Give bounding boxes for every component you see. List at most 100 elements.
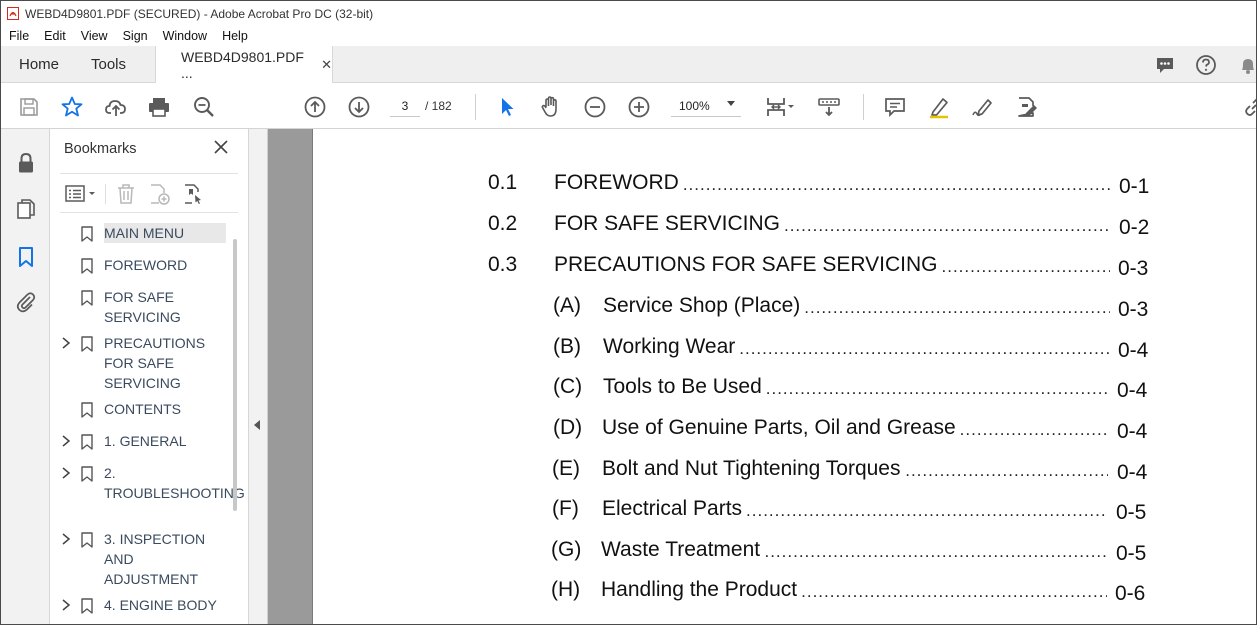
toc-entry-number: (H) <box>551 578 581 601</box>
toc-entry-page: 0-2 <box>1119 216 1150 239</box>
attachment-paperclip-icon[interactable] <box>14 290 38 314</box>
menu-sign[interactable]: Sign <box>115 29 155 43</box>
toc-entry-title: Electrical Parts <box>602 497 743 520</box>
toc-entry-number: 0.2 <box>488 212 518 235</box>
window-title: WEBD4D9801.PDF (SECURED) - Adobe Acrobat… <box>25 6 374 21</box>
bookmark-item[interactable]: 4. ENGINE BODY <box>50 595 235 615</box>
toc-leader-dots: ........................................… <box>764 542 1107 561</box>
bookmark-item[interactable]: CONTENTS <box>50 399 235 419</box>
lock-icon[interactable] <box>14 151 38 175</box>
close-tab-icon[interactable]: ✕ <box>321 57 332 73</box>
share-link-button[interactable] <box>1241 94 1256 120</box>
previous-page-button[interactable] <box>302 94 328 120</box>
bookmark-item[interactable]: 1. GENERAL <box>50 431 235 451</box>
chevron-right-icon[interactable] <box>60 434 72 448</box>
sign-button[interactable] <box>970 94 996 120</box>
chevron-right-icon[interactable] <box>60 466 72 480</box>
highlighter-pen-icon <box>930 98 948 119</box>
bookmarks-scrollbar-thumb[interactable] <box>233 239 237 511</box>
help-icon[interactable] <box>1195 54 1217 76</box>
menu-bar: File Edit View Sign Window Help <box>1 26 1256 46</box>
add-comment-button[interactable] <box>882 94 908 120</box>
toc-entry-number: (B) <box>553 335 581 358</box>
pages-thumbnails-icon[interactable] <box>14 197 38 221</box>
new-bookmark-icon[interactable] <box>147 182 171 206</box>
bookmark-ribbon-icon <box>81 402 93 418</box>
toc-leader-dots: ........................................… <box>801 582 1107 601</box>
page-fit-button[interactable] <box>763 94 797 120</box>
chevron-right-icon[interactable] <box>60 598 72 612</box>
bookmark-item[interactable]: 2. TROUBLESHOOTING <box>50 463 245 523</box>
notification-bell-icon[interactable] <box>1237 54 1257 76</box>
menu-window[interactable]: Window <box>155 29 214 43</box>
toc-entry-number: (C) <box>553 375 583 398</box>
select-tool-button[interactable] <box>494 94 520 120</box>
collapse-left-arrow-icon <box>254 420 260 430</box>
upload-cloud-button[interactable] <box>103 94 129 120</box>
bookmark-item[interactable]: PRECAUTIONS FOR SAFE SERVICING <box>50 333 235 393</box>
page-number-input[interactable] <box>390 95 420 117</box>
print-button[interactable] <box>146 94 172 120</box>
pdf-page[interactable]: 0.1 FOREWORD.............................… <box>312 129 1256 624</box>
tab-document[interactable]: WEBD4D9801.PDF ... ✕ <box>155 46 333 83</box>
cloud-upload-icon <box>105 100 126 116</box>
minus-circle-icon <box>584 96 606 118</box>
zoom-out-button[interactable] <box>582 94 608 120</box>
bookmark-ribbon-icon <box>81 434 93 450</box>
toc-entry-number: 0.1 <box>488 171 518 194</box>
plus-circle-icon <box>628 96 650 118</box>
fill-and-sign-button[interactable] <box>1014 94 1040 120</box>
bookmark-star-button[interactable] <box>59 94 85 120</box>
bookmark-ribbon-icon <box>81 466 93 482</box>
toolbar-divider <box>863 94 864 120</box>
title-bar: WEBD4D9801.PDF (SECURED) - Adobe Acrobat… <box>1 1 1256 26</box>
tab-home[interactable]: Home <box>19 46 59 83</box>
zoom-in-button[interactable] <box>626 94 652 120</box>
bookmarks-toolbar-divider <box>105 184 106 204</box>
printer-icon <box>149 98 169 117</box>
toc-leader-dots: ........................................… <box>959 420 1108 439</box>
bookmark-ribbon-icon <box>81 290 93 306</box>
toc-entry-page: 0-1 <box>1119 175 1150 198</box>
bookmark-options-icon[interactable] <box>64 182 98 206</box>
tab-tools[interactable]: Tools <box>91 46 126 83</box>
page-total: / 182 <box>425 99 452 113</box>
scroll-mode-button[interactable] <box>816 94 842 120</box>
keyboard-scroll-icon <box>818 98 840 117</box>
save-disk-icon <box>20 98 38 116</box>
bookmark-item[interactable]: FOREWORD <box>50 255 235 275</box>
bookmark-item[interactable]: 3. INSPECTION AND ADJUSTMENT <box>50 529 235 589</box>
zoom-search-button[interactable] <box>191 94 217 120</box>
toc-entry-page: 0-5 <box>1116 542 1147 565</box>
tab-document-label: WEBD4D9801.PDF ... <box>181 48 304 81</box>
bookmarks-toolbar <box>60 173 238 213</box>
save-button[interactable] <box>16 94 42 120</box>
toc-entry-number: (E) <box>552 457 580 480</box>
bookmark-item[interactable]: MAIN MENU <box>50 223 235 243</box>
highlight-button[interactable] <box>926 94 952 120</box>
left-navigation-rail <box>1 129 50 624</box>
comment-bubble-icon[interactable] <box>1154 54 1176 76</box>
menu-edit[interactable]: Edit <box>36 29 73 43</box>
toc-entry-title: Working Wear <box>603 335 736 358</box>
close-icon[interactable] <box>212 138 230 156</box>
chevron-right-icon[interactable] <box>60 336 72 350</box>
menu-view[interactable]: View <box>73 29 115 43</box>
menu-file[interactable]: File <box>1 29 36 43</box>
zoom-dropdown[interactable]: 100% <box>671 95 741 117</box>
bookmark-ribbon-icon <box>81 598 93 614</box>
delete-trash-icon[interactable] <box>114 182 138 206</box>
bookmark-item-label: FOR SAFE SERVICING <box>104 289 181 325</box>
chevron-right-icon[interactable] <box>60 532 72 546</box>
panel-collapse-handle[interactable] <box>249 129 268 624</box>
find-bookmark-icon[interactable] <box>181 182 205 206</box>
bookmark-panel-icon[interactable] <box>14 245 38 269</box>
bookmark-item-label: 3. INSPECTION AND ADJUSTMENT <box>104 531 206 587</box>
bookmark-item-label: 1. GENERAL <box>104 433 187 449</box>
menu-help[interactable]: Help <box>214 29 255 43</box>
bookmark-item-label: FOREWORD <box>104 257 188 273</box>
next-page-button[interactable] <box>346 94 372 120</box>
bookmark-item[interactable]: FOR SAFE SERVICING <box>50 287 235 327</box>
hand-tool-button[interactable] <box>538 94 564 120</box>
document-pen-icon <box>1018 97 1037 117</box>
